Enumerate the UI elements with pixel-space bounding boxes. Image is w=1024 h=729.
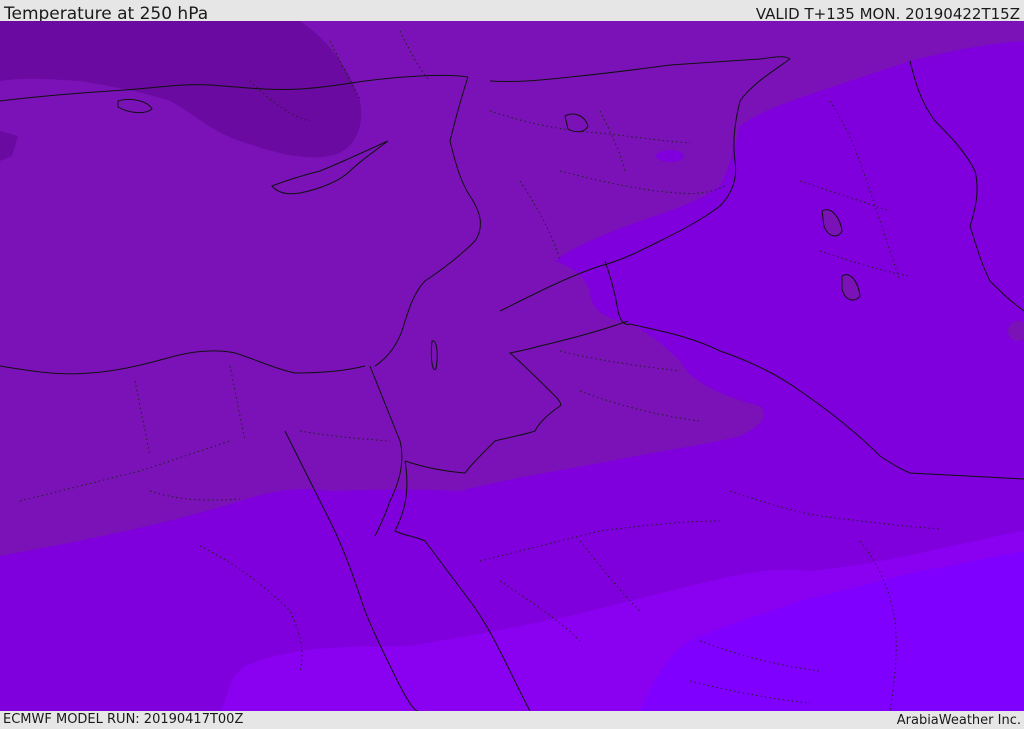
temperature-pocket-north-east (656, 150, 684, 162)
dead-sea (430, 340, 438, 371)
map-frame: Temperature at 250 hPa VALID T+135 MON. … (0, 0, 1024, 729)
credit-label: ArabiaWeather Inc. (896, 713, 1021, 728)
temperature-map (0, 21, 1024, 711)
footer-bar: ECMWF MODEL RUN: 20190417T00Z ArabiaWeat… (0, 711, 1024, 729)
map-svg (0, 21, 1024, 711)
header-bar: Temperature at 250 hPa VALID T+135 MON. … (0, 0, 1024, 24)
model-run-label: ECMWF MODEL RUN: 20190417T00Z (3, 712, 244, 727)
